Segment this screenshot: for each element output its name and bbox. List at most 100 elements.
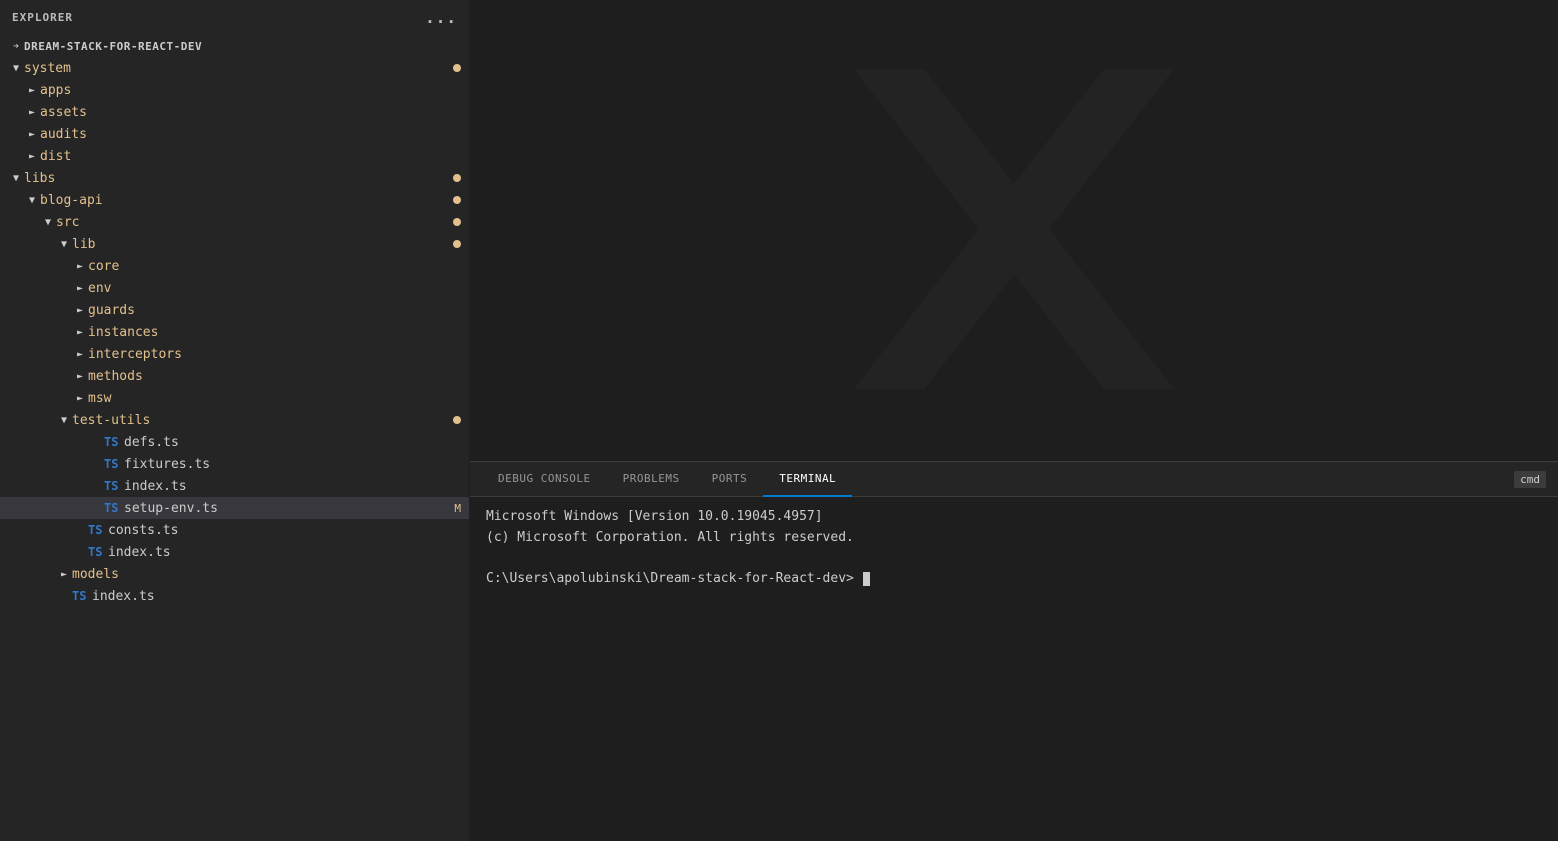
interceptors-label: interceptors (88, 347, 469, 362)
guards-label: guards (88, 303, 469, 318)
tree-item-models[interactable]: ► models (0, 563, 469, 585)
consts-ts-label: consts.ts (108, 523, 469, 538)
system-chevron-icon: ▼ (8, 63, 24, 74)
core-label: core (88, 259, 469, 274)
interceptors-chevron-icon: ► (72, 349, 88, 360)
assets-chevron-icon: ► (24, 107, 40, 118)
tree-item-dist[interactable]: ► dist (0, 145, 469, 167)
main-area: DEBUG CONSOLE PROBLEMS PORTS TERMINAL cm… (470, 0, 1558, 841)
tree-item-assets[interactable]: ► assets (0, 101, 469, 123)
tree-item-msw[interactable]: ► msw (0, 387, 469, 409)
tree-item-interceptors[interactable]: ► interceptors (0, 343, 469, 365)
sidebar-header-icons: ... (425, 8, 457, 27)
instances-label: instances (88, 325, 469, 340)
tree-item-system[interactable]: ▼ system (0, 57, 469, 79)
explorer-tree: ➔ DREAM-STACK-FOR-REACT-DEV ▼ system ► a… (0, 35, 469, 841)
tree-item-src[interactable]: ▼ src (0, 211, 469, 233)
assets-label: assets (40, 105, 469, 120)
libs-badge (453, 174, 461, 182)
terminal-prompt-line: C:\Users\apolubinski\Dream-stack-for-Rea… (486, 569, 1542, 590)
index-ts-3-label: index.ts (92, 589, 469, 604)
test-utils-badge (453, 416, 461, 424)
ts-file-icon-setup-env: TS (104, 501, 120, 515)
explorer-title: Explorer (12, 11, 73, 24)
blog-api-chevron-icon: ▼ (24, 195, 40, 206)
tree-item-index-ts-2[interactable]: TS index.ts (0, 541, 469, 563)
lib-chevron-icon: ▼ (56, 239, 72, 250)
tree-item-guards[interactable]: ► guards (0, 299, 469, 321)
instances-chevron-icon: ► (72, 327, 88, 338)
defs-ts-label: defs.ts (124, 435, 469, 450)
src-label: src (56, 215, 453, 230)
index-ts-2-label: index.ts (108, 545, 469, 560)
env-chevron-icon: ► (72, 283, 88, 294)
dist-label: dist (40, 149, 469, 164)
tree-item-consts-ts[interactable]: TS consts.ts (0, 519, 469, 541)
msw-chevron-icon: ► (72, 393, 88, 404)
tab-ports[interactable]: PORTS (696, 462, 764, 497)
tab-debug-console[interactable]: DEBUG CONSOLE (482, 462, 607, 497)
dist-chevron-icon: ► (24, 151, 40, 162)
ts-file-icon-fixtures: TS (104, 457, 120, 471)
terminal-session-label[interactable]: cmd (1514, 471, 1546, 488)
tree-root-label[interactable]: ➔ DREAM-STACK-FOR-REACT-DEV (0, 35, 469, 57)
methods-label: methods (88, 369, 469, 384)
tree-item-core[interactable]: ► core (0, 255, 469, 277)
methods-chevron-icon: ► (72, 371, 88, 382)
index-ts-label: index.ts (124, 479, 469, 494)
ts-file-icon-index-3: TS (72, 589, 88, 603)
terminal-line-1: Microsoft Windows [Version 10.0.19045.49… (486, 507, 1542, 528)
tree-item-env[interactable]: ► env (0, 277, 469, 299)
tree-item-setup-env-ts[interactable]: TS setup-env.ts M (0, 497, 469, 519)
setup-env-modified-badge: M (454, 502, 461, 515)
fixtures-ts-label: fixtures.ts (124, 457, 469, 472)
root-chevron-icon: ➔ (8, 41, 24, 52)
setup-env-ts-label: setup-env.ts (124, 501, 454, 516)
ts-file-icon-index: TS (104, 479, 120, 493)
apps-label: apps (40, 83, 469, 98)
tree-item-apps[interactable]: ► apps (0, 79, 469, 101)
ts-file-icon: TS (104, 435, 120, 449)
tree-item-index-ts[interactable]: TS index.ts (0, 475, 469, 497)
tree-item-defs-ts[interactable]: TS defs.ts (0, 431, 469, 453)
guards-chevron-icon: ► (72, 305, 88, 316)
models-chevron-icon: ► (56, 569, 72, 580)
terminal-line-2: (c) Microsoft Corporation. All rights re… (486, 528, 1542, 549)
tree-item-index-ts-3[interactable]: TS index.ts (0, 585, 469, 607)
lib-badge (453, 240, 461, 248)
audits-label: audits (40, 127, 469, 142)
sidebar: Explorer ... ➔ DREAM-STACK-FOR-REACT-DEV… (0, 0, 470, 841)
libs-label: libs (24, 171, 453, 186)
tree-item-blog-api[interactable]: ▼ blog-api (0, 189, 469, 211)
tree-item-lib[interactable]: ▼ lib (0, 233, 469, 255)
terminal-content[interactable]: Microsoft Windows [Version 10.0.19045.49… (470, 497, 1558, 841)
blog-api-badge (453, 196, 461, 204)
tree-item-instances[interactable]: ► instances (0, 321, 469, 343)
panel-tabs: DEBUG CONSOLE PROBLEMS PORTS TERMINAL cm… (470, 462, 1558, 497)
lib-label: lib (72, 237, 453, 252)
more-actions-icon[interactable]: ... (425, 8, 457, 27)
test-utils-label: test-utils (72, 413, 453, 428)
audits-chevron-icon: ► (24, 129, 40, 140)
tab-terminal[interactable]: TERMINAL (763, 462, 852, 497)
bottom-panel: DEBUG CONSOLE PROBLEMS PORTS TERMINAL cm… (470, 461, 1558, 841)
ts-file-icon-consts: TS (88, 523, 104, 537)
tab-problems[interactable]: PROBLEMS (607, 462, 696, 497)
terminal-label-icon: cmd (1514, 473, 1546, 486)
tree-item-audits[interactable]: ► audits (0, 123, 469, 145)
tree-item-libs[interactable]: ▼ libs (0, 167, 469, 189)
test-utils-chevron-icon: ▼ (56, 415, 72, 426)
env-label: env (88, 281, 469, 296)
libs-chevron-icon: ▼ (8, 173, 24, 184)
nx-logo (814, 29, 1214, 433)
blog-api-label: blog-api (40, 193, 453, 208)
src-chevron-icon: ▼ (40, 217, 56, 228)
tree-item-fixtures-ts[interactable]: TS fixtures.ts (0, 453, 469, 475)
apps-chevron-icon: ► (24, 85, 40, 96)
tree-item-methods[interactable]: ► methods (0, 365, 469, 387)
system-badge (453, 64, 461, 72)
system-label: system (24, 61, 453, 76)
editor-area (470, 0, 1558, 461)
root-folder-label: DREAM-STACK-FOR-REACT-DEV (24, 40, 469, 53)
tree-item-test-utils[interactable]: ▼ test-utils (0, 409, 469, 431)
